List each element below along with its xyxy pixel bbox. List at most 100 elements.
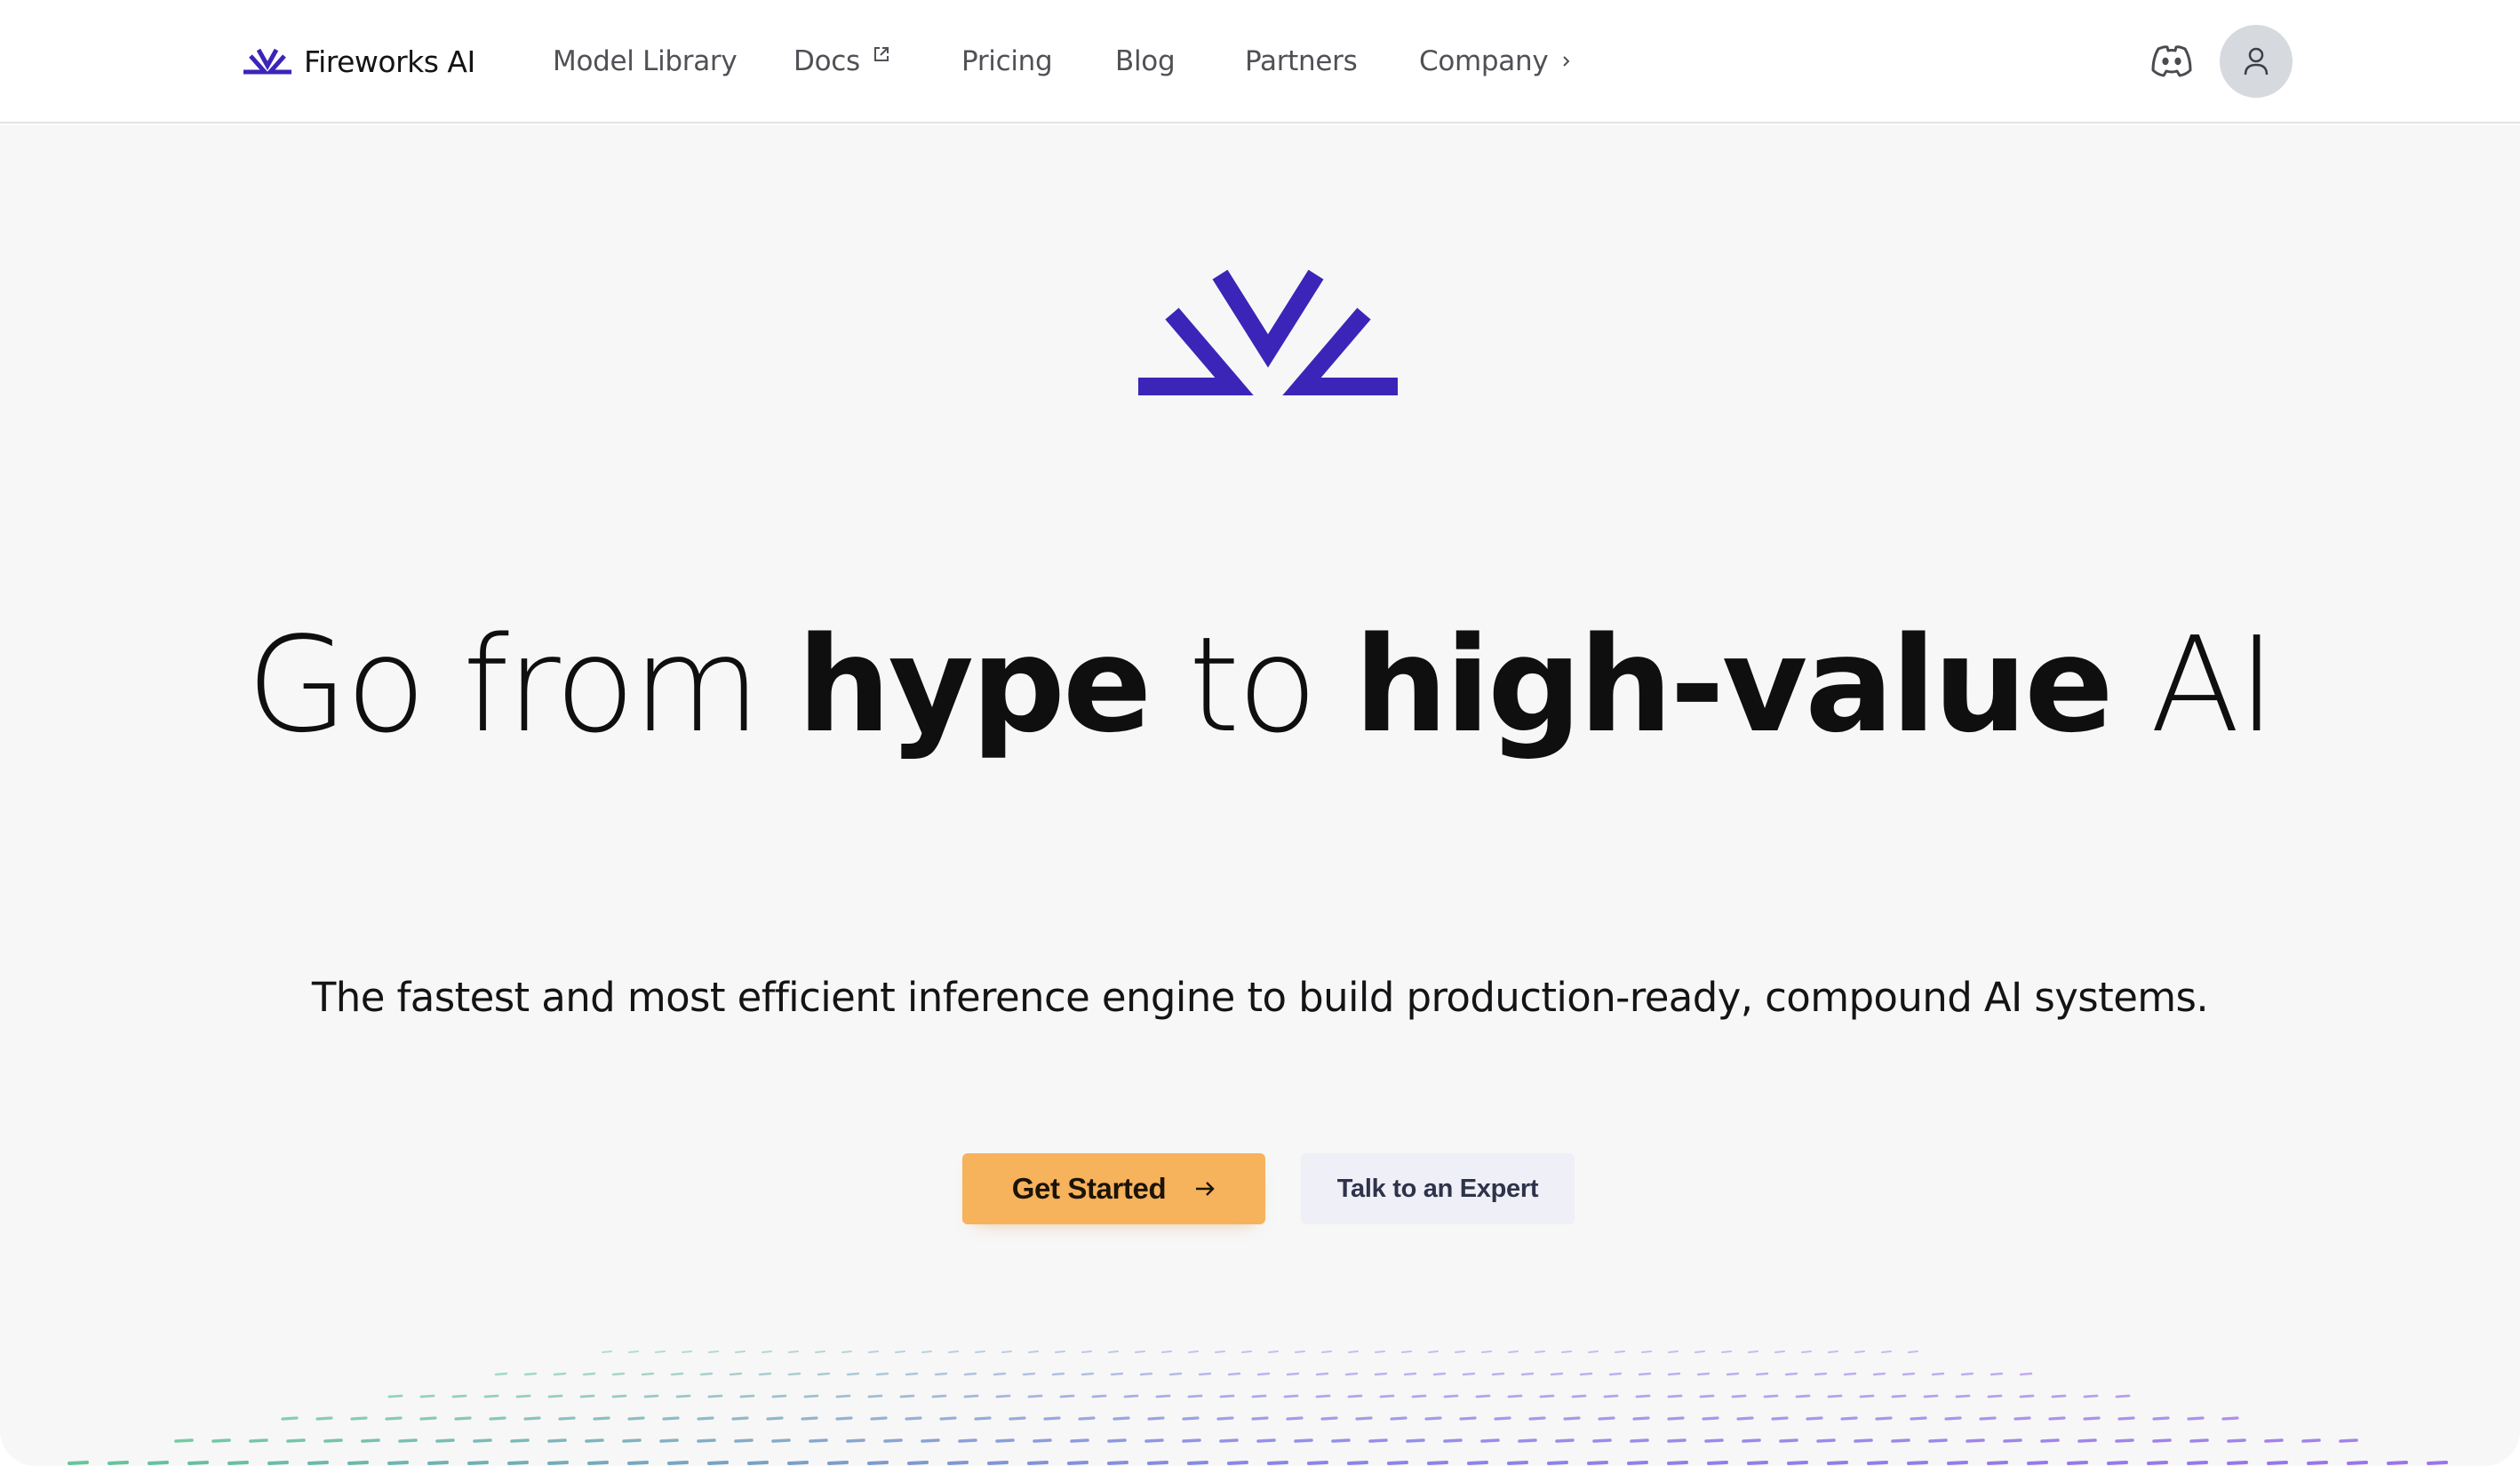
talk-to-expert-label: Talk to an Expert — [1336, 1174, 1539, 1203]
decorative-dash — [1428, 1350, 1439, 1353]
decorative-dash — [307, 1461, 329, 1465]
decorative-dash — [1188, 1350, 1199, 1353]
decorative-dash — [2264, 1438, 2284, 1443]
decorative-dash — [1112, 1416, 1130, 1421]
nav-link-label: Docs — [793, 45, 860, 77]
decorative-dash — [735, 1350, 746, 1353]
dot-field-graphic — [68, 1350, 2448, 1465]
decorative-dash — [766, 1416, 784, 1421]
decorative-dash — [1507, 1461, 1528, 1465]
decorative-dash — [1251, 1394, 1267, 1398]
decorative-dash — [1699, 1394, 1715, 1398]
decorative-dash — [187, 1461, 209, 1465]
decorative-dash — [841, 1350, 852, 1353]
decorative-dash — [771, 1394, 787, 1398]
decorative-dash — [1528, 1416, 1546, 1421]
decorative-dash — [211, 1438, 231, 1443]
decorative-dash — [602, 1350, 612, 1353]
nav-link-docs[interactable]: Docs — [793, 39, 890, 84]
decorative-dash — [1216, 1416, 1234, 1421]
decorative-dash — [148, 1461, 169, 1465]
decorative-dash — [398, 1438, 418, 1443]
decorative-dash — [870, 1416, 888, 1421]
decorative-dash — [1908, 1350, 1918, 1353]
decorative-dash — [1507, 1394, 1523, 1398]
decorative-dash — [1481, 1350, 1492, 1353]
decorative-dash — [1859, 1394, 1875, 1398]
decorative-dash — [1027, 1394, 1043, 1398]
hero-headline: Go from hype to high-value AI — [0, 596, 2520, 774]
decorative-dash — [1427, 1461, 1448, 1465]
decorative-dash — [655, 1350, 666, 1353]
talk-to-expert-button[interactable]: Talk to an Expert — [1301, 1153, 1575, 1224]
decorative-dash — [762, 1350, 772, 1353]
nav-link-company[interactable]: Company — [1419, 39, 1573, 84]
brand-home-link[interactable]: Fireworks AI — [242, 39, 475, 84]
decorative-dash — [419, 1416, 437, 1421]
decorative-dash — [1555, 1438, 1575, 1443]
decorative-dash — [787, 1461, 809, 1465]
decorative-dash — [2427, 1461, 2448, 1465]
decorative-dash — [947, 1461, 969, 1465]
decorative-dash — [1854, 1438, 1873, 1443]
decorative-dash — [895, 1350, 905, 1353]
decorative-dash — [1443, 1394, 1459, 1398]
decorative-dash — [1347, 1394, 1363, 1398]
decorative-dash — [1135, 1350, 1145, 1353]
decorative-dash — [547, 1461, 569, 1465]
decorative-dash — [835, 1416, 853, 1421]
decorative-dash — [1027, 1461, 1049, 1465]
decorative-dash — [1508, 1350, 1519, 1353]
discord-button[interactable] — [2149, 42, 2195, 81]
decorative-dash — [1033, 1438, 1052, 1443]
decorative-dash — [2187, 1461, 2208, 1465]
decorative-dash — [815, 1350, 825, 1353]
decorative-dash — [771, 1438, 791, 1443]
decorative-dash — [1630, 1438, 1649, 1443]
decorative-dash — [585, 1438, 604, 1443]
decorative-dash — [1001, 1350, 1012, 1353]
decorative-dash — [2387, 1461, 2408, 1465]
decorative-dash — [2227, 1438, 2246, 1443]
decorative-dash — [361, 1438, 380, 1443]
decorative-dash — [667, 1461, 689, 1465]
user-avatar-button[interactable] — [2220, 25, 2293, 98]
decorative-dash — [1043, 1416, 1061, 1421]
nav-link-partners[interactable]: Partners — [1245, 39, 1358, 84]
decorative-dash — [385, 1416, 403, 1421]
decorative-dash — [451, 1394, 467, 1398]
decorative-dash — [2067, 1461, 2088, 1465]
decorative-dash — [1107, 1461, 1128, 1465]
headline-part-light: to — [1149, 609, 1354, 761]
decorative-dash — [1379, 1394, 1395, 1398]
nav-link-label: Company — [1419, 45, 1549, 77]
decorative-dash — [1736, 1416, 1754, 1421]
get-started-label: Get Started — [1011, 1172, 1167, 1205]
decorative-dash — [1704, 1438, 1724, 1443]
decorative-dash — [1707, 1461, 1728, 1465]
decorative-dash — [2152, 1416, 2170, 1421]
hero-subheadline: The fastest and most efficient inference… — [311, 974, 2209, 1021]
get-started-button[interactable]: Get Started — [962, 1153, 1265, 1224]
nav-link-pricing[interactable]: Pricing — [961, 39, 1053, 84]
decorative-dash — [1307, 1461, 1328, 1465]
decorative-dash — [281, 1416, 299, 1421]
decorative-dash — [1947, 1461, 1968, 1465]
decorative-dash — [1721, 1350, 1732, 1353]
decorative-dash — [435, 1438, 455, 1443]
decorative-dash — [1251, 1416, 1269, 1421]
decorative-dash — [1910, 1416, 1927, 1421]
hero-logo — [1135, 267, 1401, 401]
decorative-dash — [1424, 1416, 1442, 1421]
nav-link-blog[interactable]: Blog — [1115, 39, 1176, 84]
decorative-dash — [1055, 1350, 1065, 1353]
hero-section: Go from hype to high-value AI The fastes… — [0, 125, 2520, 1466]
decorative-dash — [1331, 1438, 1351, 1443]
decorative-dash — [1806, 1416, 1823, 1421]
decorative-dash — [1668, 1350, 1679, 1353]
decorative-dash — [682, 1350, 692, 1353]
decorative-dash — [731, 1416, 749, 1421]
decorative-dash — [2152, 1438, 2172, 1443]
decorative-dash — [1147, 1416, 1165, 1421]
nav-link-model-library[interactable]: Model Library — [553, 39, 738, 84]
